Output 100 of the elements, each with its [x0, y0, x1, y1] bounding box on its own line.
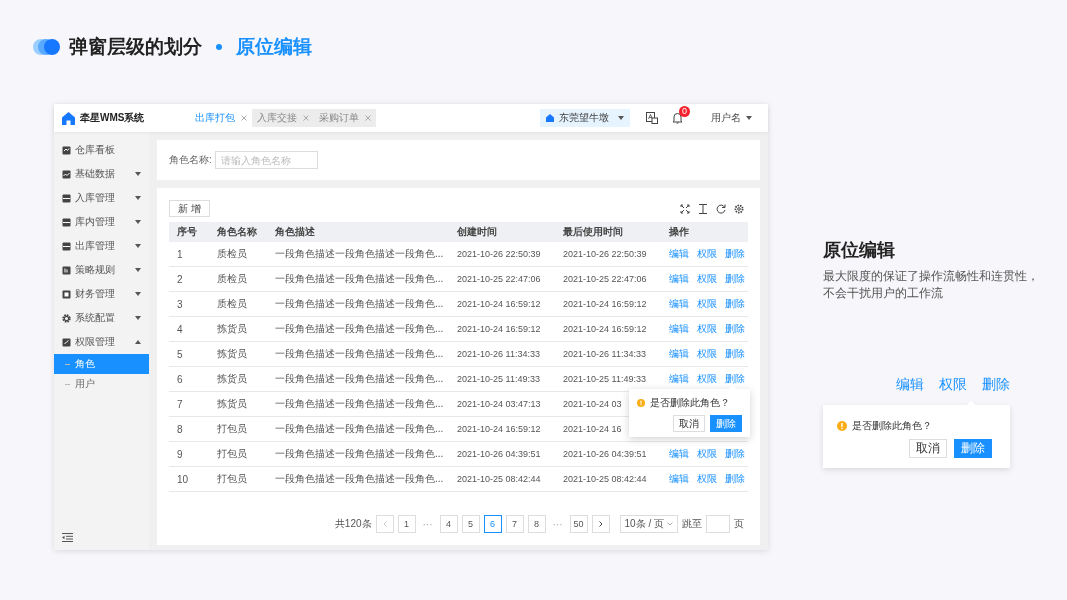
- action-link[interactable]: 编辑: [669, 347, 689, 361]
- tray-icon: [62, 193, 71, 203]
- menu-item[interactable]: 策略规则: [54, 258, 149, 282]
- page-button[interactable]: 8: [527, 515, 546, 533]
- column-header: 创建时间: [449, 222, 555, 242]
- action-link[interactable]: 权限: [939, 376, 967, 394]
- action-link[interactable]: 权限: [697, 472, 717, 486]
- column-header: 最后使用时间: [555, 222, 661, 242]
- settings-icon[interactable]: [734, 203, 744, 214]
- table-cell: 2021-10-25 22:47:06: [555, 267, 661, 292]
- bell-icon[interactable]: [672, 112, 683, 124]
- role-name-field[interactable]: 请输入角色名称: [214, 151, 318, 169]
- submenu-item[interactable]: 用户: [54, 374, 149, 394]
- table-cell: 2021-10-24 16:59:12: [449, 292, 555, 317]
- cancel-button[interactable]: 取消: [673, 415, 705, 432]
- action-link[interactable]: 编辑: [669, 372, 689, 386]
- menu-item[interactable]: 库内管理: [54, 210, 149, 234]
- table-cell: 2021-10-24 16:59:12: [449, 317, 555, 342]
- table-cell: 2021-10-26 22:50:39: [449, 242, 555, 267]
- action-link[interactable]: 权限: [697, 322, 717, 336]
- column-header: 角色描述: [267, 222, 449, 242]
- add-button[interactable]: 新 增: [169, 200, 210, 217]
- menu-item[interactable]: 入库管理: [54, 186, 149, 210]
- action-link[interactable]: 删除: [982, 376, 1010, 394]
- table-cell: 拣货员: [209, 367, 267, 392]
- page-button[interactable]: 1: [397, 515, 416, 533]
- action-link[interactable]: 删除: [725, 247, 745, 261]
- action-link[interactable]: 编辑: [669, 472, 689, 486]
- translate-icon[interactable]: [646, 112, 658, 124]
- row-height-icon[interactable]: [698, 203, 708, 214]
- tab[interactable]: 入库交接: [252, 109, 315, 127]
- page-button[interactable]: 7: [505, 515, 524, 533]
- page-button[interactable]: 5: [461, 515, 480, 533]
- menu-item[interactable]: 基础数据: [54, 162, 149, 186]
- action-link[interactable]: 编辑: [669, 322, 689, 336]
- page-title: 弹窗层级的划分: [69, 35, 202, 59]
- fullscreen-icon[interactable]: [680, 203, 690, 214]
- table-cell: 打包员: [209, 417, 267, 442]
- page-size-select[interactable]: 10条 / 页: [619, 515, 678, 533]
- table-cell: 3: [169, 292, 209, 317]
- menu-item[interactable]: 财务管理: [54, 282, 149, 306]
- action-link[interactable]: 编辑: [669, 272, 689, 286]
- collapse-menu-icon[interactable]: [62, 533, 73, 542]
- column-header: 角色名称: [209, 222, 267, 242]
- action-link[interactable]: 删除: [725, 297, 745, 311]
- table-cell: 2021-10-26 11:34:33: [449, 342, 555, 367]
- page-button[interactable]: 4: [439, 515, 458, 533]
- refresh-icon[interactable]: [716, 203, 726, 214]
- table-cell: 一段角色描述一段角色描述一段角色...: [267, 442, 449, 467]
- action-link[interactable]: 编辑: [669, 447, 689, 461]
- user-menu[interactable]: 用户名: [711, 111, 752, 125]
- table-cell: 8: [169, 417, 209, 442]
- table-cell: 2021-10-26 11:34:33: [555, 342, 661, 367]
- menu-item[interactable]: 权限管理: [54, 330, 149, 354]
- confirm-button[interactable]: 删除: [710, 415, 742, 432]
- table-cell: 一段角色描述一段角色描述一段角色...: [267, 392, 449, 417]
- table-cell: 2021-10-25 08:42:44: [555, 467, 661, 492]
- section-description: 最大限度的保证了操作流畅性和连贯性， 不会干扰用户的工作流: [823, 268, 1039, 302]
- page-button[interactable]: 50: [569, 515, 588, 533]
- table-cell: 拣货员: [209, 342, 267, 367]
- warning-icon: [837, 421, 847, 431]
- submenu-item[interactable]: 角色: [54, 354, 149, 374]
- action-link[interactable]: 删除: [725, 322, 745, 336]
- action-link[interactable]: 删除: [725, 372, 745, 386]
- table-cell: 1: [169, 242, 209, 267]
- action-link[interactable]: 权限: [697, 347, 717, 361]
- table-cell: 7: [169, 392, 209, 417]
- page-button[interactable]: 6: [483, 515, 502, 533]
- table-cell: 2021-10-26 22:50:39: [555, 242, 661, 267]
- table-cell: 5: [169, 342, 209, 367]
- tab[interactable]: 出库打包: [190, 109, 253, 127]
- action-link[interactable]: 删除: [725, 347, 745, 361]
- section-title: 原位编辑: [823, 239, 896, 262]
- page-input[interactable]: [706, 515, 730, 533]
- action-link[interactable]: 删除: [725, 447, 745, 461]
- column-header: 操作: [661, 222, 748, 242]
- table-cell: 打包员: [209, 442, 267, 467]
- action-link[interactable]: 删除: [725, 272, 745, 286]
- chevron-down-icon: [667, 522, 673, 526]
- action-link[interactable]: 权限: [697, 447, 717, 461]
- action-link[interactable]: 删除: [725, 472, 745, 486]
- cancel-button[interactable]: 取消: [909, 439, 947, 458]
- chevron-left-icon: [382, 521, 387, 527]
- table-cell: 2021-10-24 16:59:12: [555, 317, 661, 342]
- action-link[interactable]: 权限: [697, 247, 717, 261]
- tab[interactable]: 采购订单: [314, 109, 377, 127]
- caret-icon: [746, 116, 752, 120]
- warehouse-select[interactable]: 东莞望牛墩: [540, 109, 630, 127]
- action-link[interactable]: 权限: [697, 297, 717, 311]
- action-link[interactable]: 权限: [697, 272, 717, 286]
- menu-item[interactable]: 出库管理: [54, 234, 149, 258]
- action-link[interactable]: 编辑: [669, 297, 689, 311]
- action-link[interactable]: 编辑: [669, 247, 689, 261]
- menu-item[interactable]: 仓库看板: [54, 138, 149, 162]
- action-link[interactable]: 编辑: [896, 376, 924, 394]
- action-link[interactable]: 权限: [697, 372, 717, 386]
- menu-item[interactable]: 系统配置: [54, 306, 149, 330]
- house-logo-icon: [62, 111, 75, 125]
- table-cell: 10: [169, 467, 209, 492]
- confirm-button[interactable]: 删除: [954, 439, 992, 458]
